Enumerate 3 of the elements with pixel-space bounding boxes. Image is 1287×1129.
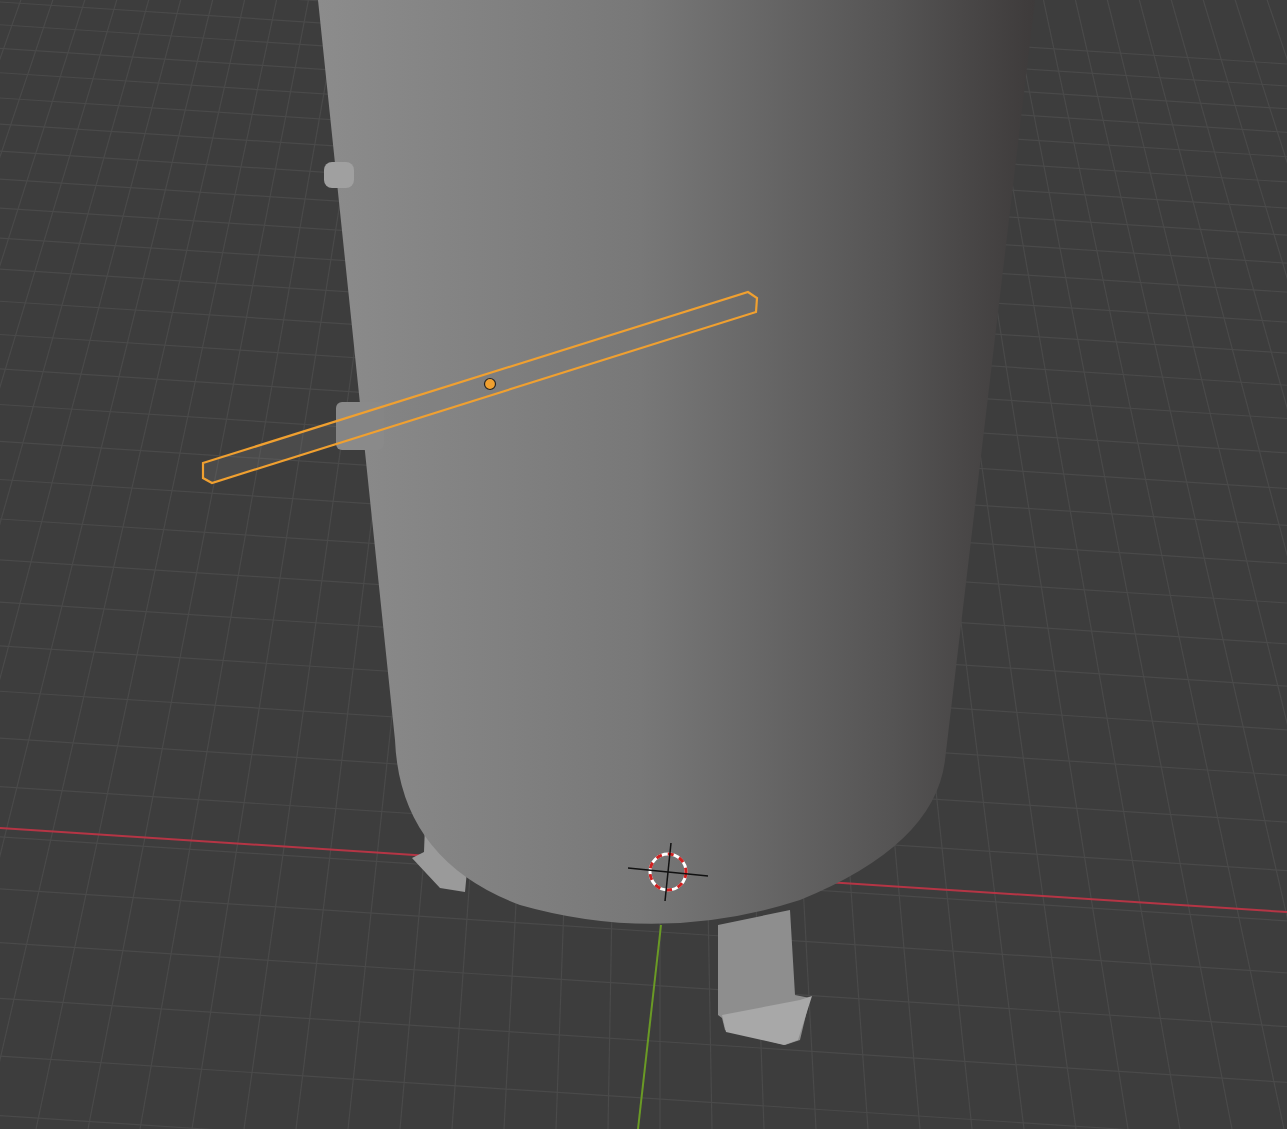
3d-cursor-icon[interactable] bbox=[627, 842, 709, 902]
rod-drawing[interactable] bbox=[201, 290, 759, 485]
nozzle-drawing[interactable] bbox=[324, 162, 354, 188]
